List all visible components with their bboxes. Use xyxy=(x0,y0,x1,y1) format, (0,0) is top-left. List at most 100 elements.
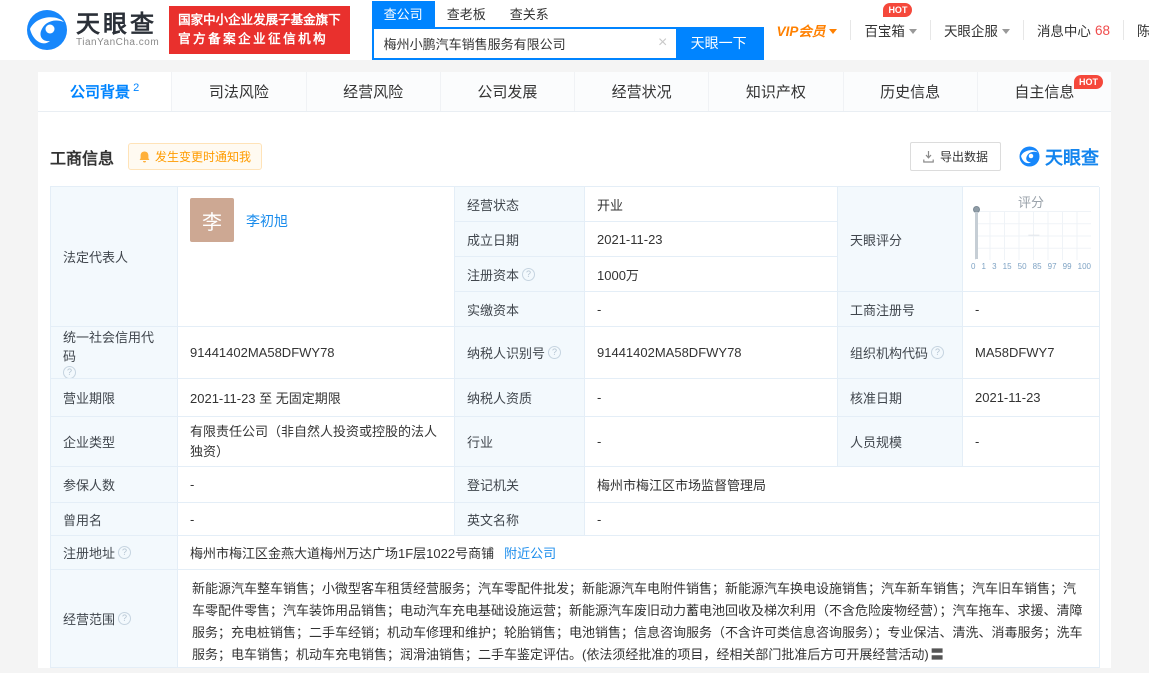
user-menu[interactable]: 陈平 xyxy=(1122,20,1149,40)
search-box: 天眼一下 xyxy=(371,26,764,60)
help-icon[interactable] xyxy=(118,546,132,559)
help-icon[interactable] xyxy=(522,267,536,281)
search-tab-relation[interactable]: 查关系 xyxy=(498,1,561,27)
field-label-approval-date: 核准日期 xyxy=(838,379,963,417)
search-tabs: 查公司 查老板 查关系 xyxy=(371,0,764,27)
chevron-down-icon xyxy=(908,28,917,34)
label-text: 曾用名 xyxy=(63,512,103,528)
field-value-scope: 新能源汽车整车销售；小微型客车租赁经营服务；汽车零配件批发；新能源汽车电附件销售… xyxy=(178,570,1100,668)
section-header-right: 导出数据 天眼查 xyxy=(909,142,1099,171)
enterprise-service-menu[interactable]: 天眼企服 xyxy=(929,20,1023,40)
tab-operation-risk[interactable]: 经营风险 xyxy=(307,72,441,111)
label-text: 企业类型 xyxy=(63,435,116,450)
tick: 0 xyxy=(971,262,976,271)
tab-label: 自主信息 xyxy=(1014,84,1075,101)
tick: 99 xyxy=(1062,262,1072,271)
username-label: 陈平 xyxy=(1136,24,1149,39)
tab-judicial-risk[interactable]: 司法风险 xyxy=(172,72,307,111)
help-icon[interactable] xyxy=(548,346,562,359)
tab-label: 知识产权 xyxy=(745,84,806,101)
vip-menu[interactable]: VIP会员 xyxy=(764,20,851,40)
search-input[interactable] xyxy=(373,28,650,58)
field-value-reg-capital: 1000万 xyxy=(585,257,838,292)
label-text: 经营范围 xyxy=(63,612,116,627)
legal-rep-link[interactable]: 李初旭 xyxy=(246,211,288,231)
field-label-term: 营业期限 xyxy=(51,379,178,417)
field-label-reg-capital: 注册资本 xyxy=(455,257,585,292)
export-data-button[interactable]: 导出数据 xyxy=(909,142,1001,171)
help-icon[interactable] xyxy=(931,346,945,359)
tab-label: 司法风险 xyxy=(208,84,269,101)
help-icon[interactable] xyxy=(63,365,76,378)
label-text: 法定代表人 xyxy=(63,250,129,265)
label-text: 天眼评分 xyxy=(850,232,903,248)
score-chart-title: 评分 xyxy=(1017,195,1044,210)
field-value-company-type: 有限责任公司（非自然人投资或控股的法人独资） xyxy=(178,417,455,467)
field-label-taxpayer-quality: 纳税人资质 xyxy=(455,379,585,417)
search-tab-boss[interactable]: 查老板 xyxy=(435,1,498,27)
tab-self-info[interactable]: 自主信息 HOT xyxy=(978,72,1111,111)
tab-label: 公司背景 xyxy=(70,84,131,101)
toolbox-menu[interactable]: HOT 百宝箱 xyxy=(850,3,930,40)
label-text: 实缴资本 xyxy=(467,302,520,318)
field-value-address: 梅州市梅江区金燕大道梅州万达广场1F层1022号商铺 附近公司 xyxy=(178,536,1100,570)
tick: 50 xyxy=(1017,262,1027,271)
field-value-insured: - xyxy=(178,467,455,503)
enterprise-service-label: 天眼企服 xyxy=(943,24,998,39)
label-text: 经营状态 xyxy=(467,197,520,213)
label-text: 统一社会信用代码 xyxy=(63,329,155,364)
search-area: 查公司 查老板 查关系 天眼一下 xyxy=(371,0,764,60)
notify-on-change-button[interactable]: 发生变更时通知我 xyxy=(128,143,263,170)
field-value-est-date: 2021-11-23 xyxy=(585,222,838,257)
hot-badge: HOT xyxy=(883,3,913,17)
tianyancha-watermark: 天眼查 xyxy=(1019,144,1099,170)
tab-history-info[interactable]: 历史信息 xyxy=(844,72,978,111)
field-label-english-name: 英文名称 xyxy=(455,503,585,536)
search-button[interactable]: 天眼一下 xyxy=(675,28,762,58)
top-header: 天眼查 TianYanCha.com 国家中小企业发展子基金旗下 官方备案企业征… xyxy=(0,0,1149,60)
gov-badge-line1: 国家中小企业发展子基金旗下 xyxy=(178,12,341,27)
help-icon[interactable] xyxy=(118,612,132,625)
nearby-companies-link[interactable]: 附近公司 xyxy=(504,543,556,562)
field-label-taxpayer-id: 纳税人识别号 xyxy=(455,327,585,379)
tick: 3 xyxy=(992,262,997,271)
collapse-icon[interactable]: 〓 xyxy=(931,647,944,662)
tab-label: 经营状况 xyxy=(611,84,672,101)
tianyan-score-chart: 评分 0 1 3 15 50 85 97 99 100 xyxy=(963,187,1100,292)
label-text: 核准日期 xyxy=(850,391,903,406)
tab-count: 2 xyxy=(133,81,140,94)
label-text: 登记机关 xyxy=(467,478,520,493)
toolbox-label: 百宝箱 xyxy=(864,24,905,39)
clear-icon[interactable] xyxy=(650,29,676,58)
label-text: 纳税人识别号 xyxy=(467,346,546,361)
tab-company-background[interactable]: 公司背景 2 xyxy=(38,72,173,111)
company-nav-tabs: 公司背景 2 司法风险 经营风险 公司发展 经营状况 知识产权 历史信息 自主信… xyxy=(38,72,1111,112)
label-text: 工商注册号 xyxy=(850,302,916,318)
field-label-address: 注册地址 xyxy=(51,536,178,570)
label-text: 营业期限 xyxy=(63,391,116,406)
label-text: 参保人数 xyxy=(63,478,116,493)
field-value-english-name: - xyxy=(585,503,1100,536)
field-label-staff-size: 人员规模 xyxy=(838,417,963,467)
tianyancha-logo[interactable]: 天眼查 TianYanCha.com xyxy=(26,9,159,51)
tab-company-development[interactable]: 公司发展 xyxy=(441,72,575,111)
search-tab-company[interactable]: 查公司 xyxy=(371,0,435,27)
vip-label: VIP会员 xyxy=(776,24,826,39)
tab-intellectual-property[interactable]: 知识产权 xyxy=(709,72,844,111)
field-value-approval-date: 2021-11-23 xyxy=(963,379,1100,417)
field-value-term: 2021-11-23 至 无固定期限 xyxy=(178,379,455,417)
message-center-menu[interactable]: 消息中心 68 xyxy=(1022,20,1123,40)
field-value-industry: - xyxy=(585,417,838,467)
label-text: 注册地址 xyxy=(63,546,116,561)
tab-label: 经营风险 xyxy=(343,84,404,101)
field-label-reg-number: 工商注册号 xyxy=(838,292,963,327)
label-text: 成立日期 xyxy=(467,232,520,248)
label-text: 组织机构代码 xyxy=(850,346,929,361)
tick: 97 xyxy=(1047,262,1057,271)
tianyancha-logo-icon xyxy=(27,10,67,50)
avatar[interactable]: 李 xyxy=(190,198,234,242)
gov-badge-line2: 官方备案企业征信机构 xyxy=(178,32,329,46)
field-label-company-type: 企业类型 xyxy=(51,417,178,467)
bell-icon xyxy=(139,151,150,162)
tab-operation-status[interactable]: 经营状况 xyxy=(575,72,710,111)
